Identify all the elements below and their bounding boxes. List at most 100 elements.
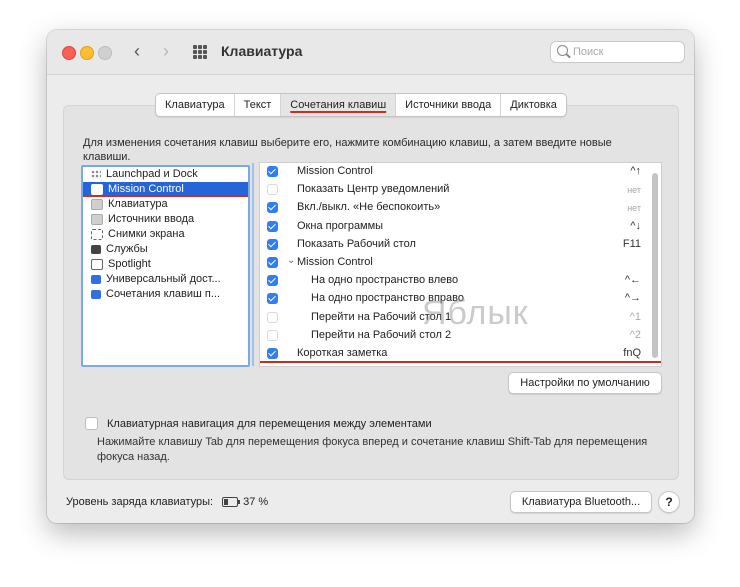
category-item-keyboard[interactable]: Клавиатура [83, 197, 248, 212]
category-item-screenshots[interactable]: Снимки экрана [83, 227, 248, 242]
watermark: Яблык [422, 294, 529, 332]
shortcut-key[interactable]: ^2 [630, 329, 641, 341]
category-label: Клавиатура [108, 198, 168, 210]
keyboard-navigation-hint: Нажимайте клавишу Tab для перемещения фо… [97, 436, 648, 463]
keyboard-navigation-option[interactable]: Клавиатурная навигация для перемещения м… [85, 417, 432, 430]
battery-value: 37 % [243, 496, 269, 508]
focus-ring-edge [252, 163, 254, 366]
show-all-grid-icon[interactable] [193, 45, 207, 59]
category-item-accessibility[interactable]: Универсальный дост... [83, 272, 248, 287]
mission-control-icon [91, 184, 103, 195]
titlebar: ‹ › Клавиатура [47, 30, 694, 75]
shortcut-group-row[interactable]: ⌄ Mission Control [260, 254, 661, 272]
category-label: Снимки экрана [108, 228, 185, 240]
shortcut-row[interactable]: Показать Рабочий стол F11 [260, 236, 661, 254]
shortcut-checkbox[interactable] [267, 311, 278, 323]
category-label: Универсальный дост... [106, 273, 221, 285]
shortcut-key[interactable]: fnQ [623, 347, 641, 359]
category-label: Launchpad и Dock [106, 168, 198, 180]
help-button[interactable]: ? [658, 491, 680, 513]
category-item-services[interactable]: Службы [83, 242, 248, 257]
category-item-app-shortcuts[interactable]: Сочетания клавиш п... [83, 287, 248, 302]
disclosure-chevron-icon[interactable]: ⌄ [287, 255, 295, 266]
category-item-input-sources[interactable]: Источники ввода [83, 212, 248, 227]
search-field[interactable] [550, 41, 685, 63]
tab-keyboard[interactable]: Клавиатура [156, 94, 235, 116]
battery-status: Уровень заряда клавиатуры: 37 % [66, 496, 268, 508]
shortcut-checkbox[interactable] [267, 275, 278, 287]
description-text: Для изменения сочетания клавиш выберите … [83, 137, 612, 163]
keyboard-navigation-label: Клавиатурная навигация для перемещения м… [107, 417, 432, 430]
accessibility-icon [91, 275, 101, 284]
category-list[interactable]: Launchpad и Dock Mission Control Клавиат… [81, 165, 250, 367]
shortcut-row[interactable]: Вкл./выкл. «Не беспокоить» нет [260, 199, 661, 217]
shortcut-label: Mission Control [297, 165, 373, 177]
tab-text[interactable]: Текст [235, 94, 282, 116]
category-label: Сочетания клавиш п... [106, 288, 221, 300]
tab-shortcuts[interactable]: Сочетания клавиш [281, 94, 397, 116]
battery-icon [222, 497, 241, 507]
bluetooth-keyboard-button[interactable]: Клавиатура Bluetooth... [510, 491, 652, 513]
category-item-launchpad[interactable]: Launchpad и Dock [83, 167, 248, 182]
tab-bar: Клавиатура Текст Сочетания клавиш Источн… [155, 93, 567, 117]
shortcut-checkbox[interactable] [267, 293, 278, 305]
close-button[interactable] [62, 46, 76, 60]
shortcut-row[interactable]: Показать Центр уведомлений нет [260, 181, 661, 199]
shortcut-row[interactable]: Окна программы ^↓ [260, 218, 661, 236]
spotlight-icon [91, 259, 103, 270]
minimize-button[interactable] [80, 46, 94, 60]
restore-defaults-button[interactable]: Настройки по умолчанию [508, 372, 662, 394]
shortcut-checkbox[interactable] [267, 256, 278, 268]
shortcut-key[interactable]: ^← [625, 274, 641, 286]
shortcut-list[interactable]: Mission Control ^↑ Показать Центр уведомл… [259, 162, 662, 367]
shortcut-checkbox[interactable] [267, 202, 278, 214]
category-item-mission-control[interactable]: Mission Control [83, 182, 248, 197]
shortcut-checkbox[interactable] [267, 238, 278, 250]
scrollbar[interactable] [652, 173, 658, 358]
shortcut-row[interactable]: На одно пространство влево ^← [260, 272, 661, 290]
back-chevron-icon[interactable]: ‹ [127, 41, 147, 61]
app-shortcuts-icon [91, 290, 101, 299]
shortcut-checkbox[interactable] [267, 347, 278, 359]
shortcut-row-quick-note[interactable]: Короткая заметка fnQ [260, 345, 661, 363]
zoom-button[interactable] [98, 46, 112, 60]
shortcut-key[interactable]: ^1 [630, 311, 641, 323]
shortcut-label: Вкл./выкл. «Не беспокоить» [297, 201, 441, 214]
shortcut-checkbox[interactable] [267, 220, 278, 232]
category-label: Mission Control [108, 183, 184, 195]
window-title: Клавиатура [221, 43, 303, 59]
search-icon [557, 45, 568, 56]
category-label: Службы [106, 243, 148, 255]
shortcut-label: Короткая заметка [297, 346, 388, 359]
shortcut-key[interactable]: нет [627, 203, 641, 213]
screenshot-icon [91, 229, 103, 240]
shortcut-key[interactable]: ^→ [625, 292, 641, 304]
shortcut-checkbox[interactable] [267, 166, 278, 177]
shortcut-label: Окна программы [297, 219, 384, 232]
shortcut-label: Показать Рабочий стол [297, 237, 416, 250]
shortcut-checkbox[interactable] [267, 184, 278, 196]
category-label: Источники ввода [108, 213, 195, 225]
shortcut-row[interactable]: Mission Control ^↑ [260, 163, 661, 181]
battery-label: Уровень заряда клавиатуры: [66, 496, 214, 508]
shortcut-key[interactable]: нет [627, 185, 641, 195]
launchpad-icon [91, 170, 101, 179]
tab-dictation[interactable]: Диктовка [501, 94, 566, 116]
search-input[interactable] [573, 44, 673, 60]
tab-input-sources[interactable]: Источники ввода [396, 94, 502, 116]
preferences-window: ‹ › Клавиатура Клавиатура Текст Сочетани… [47, 30, 694, 523]
shortcut-key[interactable]: ^↓ [630, 220, 641, 232]
forward-chevron-icon[interactable]: › [156, 41, 176, 61]
shortcut-key[interactable]: F11 [623, 238, 641, 250]
shortcut-label: Mission Control [297, 255, 373, 268]
keyboard-icon [91, 199, 103, 210]
services-icon [91, 245, 101, 254]
keyboard-navigation-checkbox[interactable] [85, 417, 98, 430]
shortcut-label: На одно пространство влево [311, 274, 459, 287]
category-label: Spotlight [108, 258, 151, 270]
input-sources-icon [91, 214, 103, 225]
shortcut-checkbox[interactable] [267, 329, 278, 341]
shortcut-key[interactable]: ^↑ [630, 165, 641, 177]
shortcut-label: Показать Центр уведомлений [297, 183, 450, 196]
category-item-spotlight[interactable]: Spotlight [83, 257, 248, 272]
